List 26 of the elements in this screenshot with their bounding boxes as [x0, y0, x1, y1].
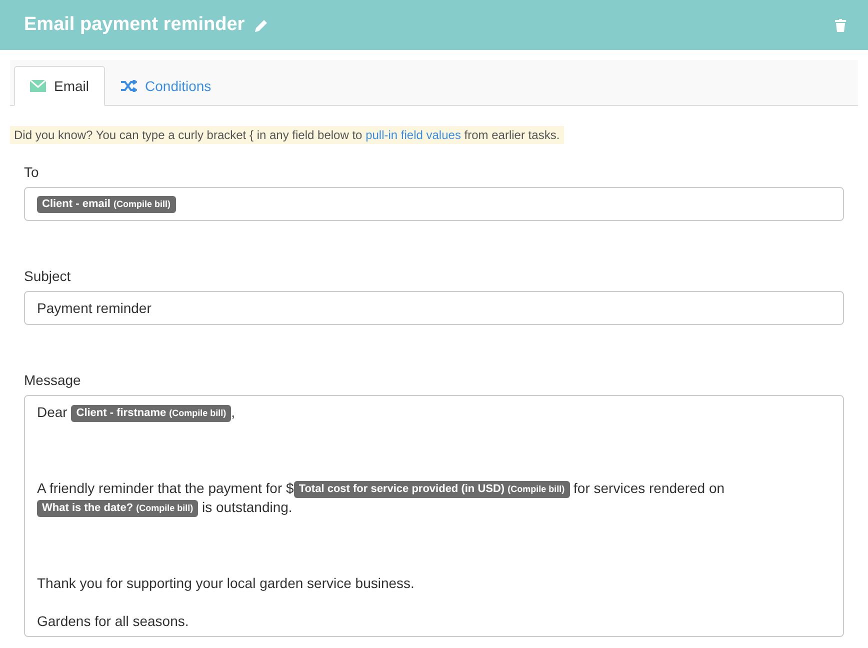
message-text: is outstanding. [202, 499, 292, 515]
field-label: Message [24, 372, 82, 388]
field-label: Subject [24, 268, 72, 284]
field-token[interactable]: Total cost for service provided (in USD) (Compile bill) [294, 481, 570, 498]
pencil-icon[interactable] [254, 18, 268, 32]
message-text: for services rendered on [574, 480, 725, 496]
message-text: Gardens for all seasons. [37, 613, 189, 629]
field-values-link[interactable]: pull-in field values [366, 128, 461, 142]
shuffle-icon [121, 80, 138, 92]
input-field[interactable]: Payment reminder [24, 291, 844, 325]
message-text: Dear [37, 404, 68, 420]
message-text: Thank you for supporting your local garden service business. [37, 575, 414, 591]
task-title: Email payment reminder [24, 14, 245, 36]
input-field[interactable]: Client - email (Compile bill) [24, 187, 844, 221]
field-token[interactable]: Client - firstname (Compile bill) [71, 405, 232, 422]
trash-icon[interactable] [835, 18, 846, 32]
tab[interactable]: Conditions [105, 66, 228, 105]
field-token[interactable]: What is the date? (Compile bill) [37, 500, 198, 517]
message-text: A friendly reminder that the payment for $ [37, 480, 294, 496]
field-label: To [24, 164, 40, 180]
envelope-icon [30, 80, 46, 92]
message-text: , [231, 404, 236, 420]
tab[interactable]: Email [14, 66, 106, 106]
field-token[interactable]: Client - email (Compile bill) [37, 196, 176, 212]
message-field[interactable] [24, 395, 844, 637]
tip-text: Did you know? You can type a curly bracket { in any field below to pull-in field values from earlier tasks. [10, 126, 564, 144]
